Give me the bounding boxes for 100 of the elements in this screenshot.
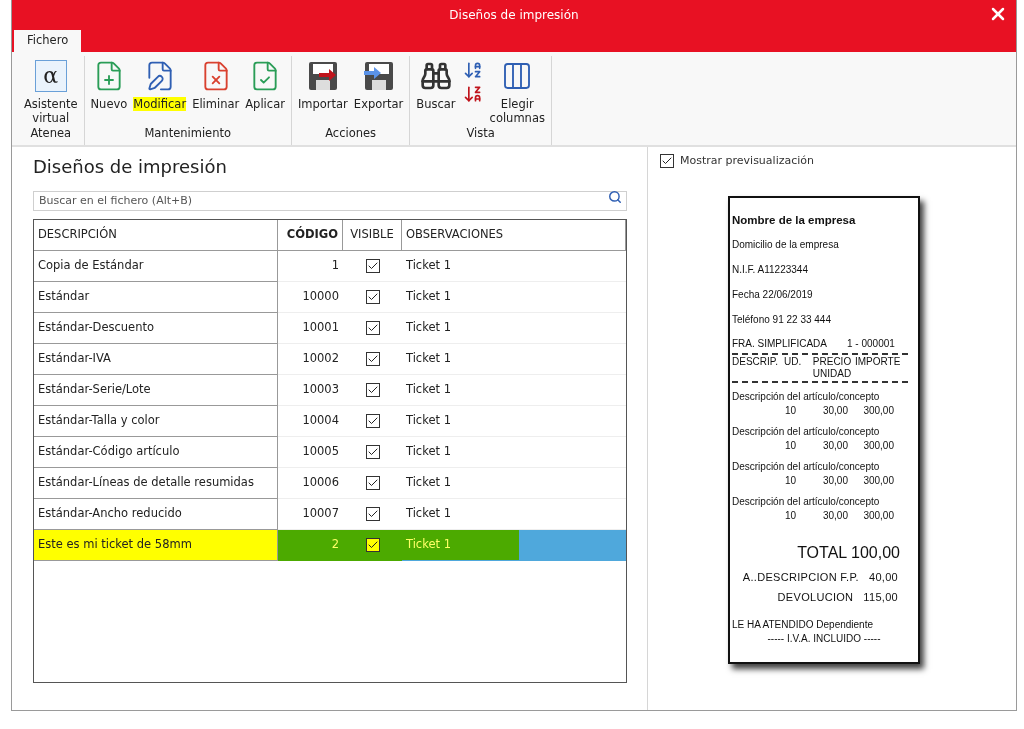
ribbon-button-label: Aplicar xyxy=(245,97,285,111)
column-header[interactable]: VISIBLE xyxy=(343,220,402,250)
table-row[interactable]: Copia de Estándar 1 Ticket 1 xyxy=(34,251,626,282)
column-header[interactable]: OBSERVACIONES xyxy=(402,220,626,250)
table-cell-text: Ticket 1 xyxy=(405,381,452,399)
ribbon-button[interactable]: Importar xyxy=(294,56,351,125)
checkbox[interactable] xyxy=(365,383,380,397)
item-price: 30,00 xyxy=(821,403,848,418)
item-amount: 300,00 xyxy=(862,473,894,488)
ribbon-button-label: Exportar xyxy=(353,97,404,111)
checkbox[interactable] xyxy=(365,290,380,304)
table-cell-text: Ticket 1 xyxy=(405,288,452,306)
table-cell-text: Ticket 1 xyxy=(405,505,452,523)
table-cell: 10003 xyxy=(278,375,343,406)
search-field[interactable]: Buscar en el fichero (Alt+B) xyxy=(33,190,627,211)
receipt-column-header: IMPORTE xyxy=(855,355,901,369)
table-cell: Copia de Estándar xyxy=(34,251,278,282)
table-row[interactable]: Estándar-Serie/Lote 10003 Ticket 1 xyxy=(34,375,626,406)
column-header[interactable]: CÓDIGO xyxy=(278,220,343,250)
company-name: Nombre de la empresa xyxy=(732,212,857,228)
ribbon-button-label: Elegir columnas xyxy=(489,97,545,125)
check-icon xyxy=(366,260,379,272)
item-amount: 300,00 xyxy=(862,438,894,453)
item-price: 30,00 xyxy=(821,473,848,488)
receipt-line: Teléfono 91 22 33 444 xyxy=(732,312,832,327)
table-cell-text: Ticket 1 xyxy=(405,412,452,430)
table-cell: 1 xyxy=(278,251,343,282)
table-cell: Estándar-Descuento xyxy=(34,313,278,344)
item-price: 30,00 xyxy=(821,508,848,523)
page-title: Diseños de impresión xyxy=(33,155,228,179)
ribbon-button[interactable]: Eliminar xyxy=(189,56,243,125)
check-icon xyxy=(366,353,379,365)
checkbox[interactable] xyxy=(365,476,380,490)
check-icon xyxy=(366,539,379,551)
table-cell: Ticket 1 xyxy=(402,530,519,560)
invoice-number: 1 - 000001 xyxy=(847,336,895,351)
receipt-footer: LE HA ATENDIDO Dependiente xyxy=(732,617,916,632)
ribbon-button[interactable]: Nuevo xyxy=(87,56,131,125)
table-cell: Este es mi ticket de 58mm xyxy=(34,530,278,561)
table-cell: Estándar-Serie/Lote xyxy=(34,375,278,406)
check-icon xyxy=(366,291,379,303)
table-cell-text: Ticket 1 xyxy=(405,443,452,461)
check-icon xyxy=(366,477,379,489)
check-icon xyxy=(366,322,379,334)
table-row[interactable]: Este es mi ticket de 58mm 2 Ticket 1 xyxy=(34,530,626,561)
table-row[interactable]: Estándar-Descuento 10001 Ticket 1 xyxy=(34,313,626,344)
ribbon-button-label: Asistente virtual xyxy=(24,97,78,125)
sort-ascending-button[interactable] xyxy=(462,60,483,80)
table-cell: 10000 xyxy=(278,282,343,313)
item-quantity: 10 xyxy=(783,473,796,488)
table-cell-text: Ticket 1 xyxy=(405,319,452,337)
item-amount: 300,00 xyxy=(862,508,894,523)
item-description: Descripción del artículo/concepto xyxy=(732,424,881,439)
ribbon-button-label: Nuevo xyxy=(90,97,128,111)
item-quantity: 10 xyxy=(783,508,796,523)
alpha-icon: α xyxy=(34,60,67,92)
receipt-column-header: PRECIO xyxy=(812,355,852,368)
sort-descending-button[interactable] xyxy=(462,84,483,104)
checkbox[interactable] xyxy=(365,321,380,335)
ribbon-button[interactable]: Exportar xyxy=(350,56,407,125)
column-header[interactable]: DESCRIPCIÓN xyxy=(34,220,278,250)
window-title: Diseños de impresión xyxy=(449,7,579,24)
ribbon-button[interactable]: Elegir columnas xyxy=(486,56,548,125)
item-quantity: 10 xyxy=(783,438,796,453)
ribbon-button[interactable]: Buscar xyxy=(413,56,459,125)
checkbox[interactable] xyxy=(365,259,380,273)
receipt-line: Fecha 22/06/2019 xyxy=(732,287,814,302)
receipt-column-header: UNIDAD xyxy=(812,367,852,380)
payment-amount: 40,00 xyxy=(868,569,898,585)
checkbox[interactable] xyxy=(660,154,674,169)
receipt-column-header: UD. xyxy=(784,355,803,369)
checkbox[interactable] xyxy=(365,507,380,521)
search-icon xyxy=(608,190,622,204)
checkbox[interactable] xyxy=(365,445,380,459)
ribbon-button[interactable]: Aplicar xyxy=(242,56,288,125)
ribbon-group-label: Acciones xyxy=(324,124,378,142)
sort-ascending-icon xyxy=(462,60,483,80)
invoice-type: FRA. SIMPLIFICADA xyxy=(732,336,827,351)
table-row[interactable]: Estándar 10000 Ticket 1 xyxy=(34,282,626,313)
checkbox[interactable] xyxy=(365,538,380,552)
table-cell: 10002 xyxy=(278,344,343,375)
ribbon-button-label: Eliminar xyxy=(192,97,240,111)
receipt-line: Domicilio de la empresa xyxy=(732,237,840,252)
table-cell: Estándar-Talla y color xyxy=(34,406,278,437)
table-cell: 2 xyxy=(278,530,343,561)
ribbon-group-label: Atenea xyxy=(29,125,73,142)
ribbon-button[interactable]: α Asistente virtual xyxy=(21,56,81,125)
table-cell-text: Ticket 1 xyxy=(405,257,452,275)
check-icon xyxy=(366,384,379,396)
checkbox[interactable] xyxy=(365,414,380,428)
table-cell: 10004 xyxy=(278,406,343,437)
checkbox[interactable] xyxy=(365,352,380,366)
ribbon-tab[interactable]: Fichero xyxy=(14,30,82,52)
checkbox-label: Mostrar previsualización xyxy=(680,153,815,169)
table-row[interactable]: Estándar-Código artículo 10005 Ticket 1 xyxy=(34,437,626,468)
receipt-total: TOTAL 100,00 xyxy=(797,542,900,563)
table-row[interactable]: Estándar-IVA 10002 Ticket 1 xyxy=(34,344,626,375)
table-row[interactable]: Estándar-Talla y color 10004 Ticket 1 xyxy=(34,406,626,437)
table-cell: Estándar xyxy=(34,282,278,313)
table-row[interactable]: Estándar-Líneas de detalle resumidas 10006 Ticket 1 xyxy=(34,468,626,499)
